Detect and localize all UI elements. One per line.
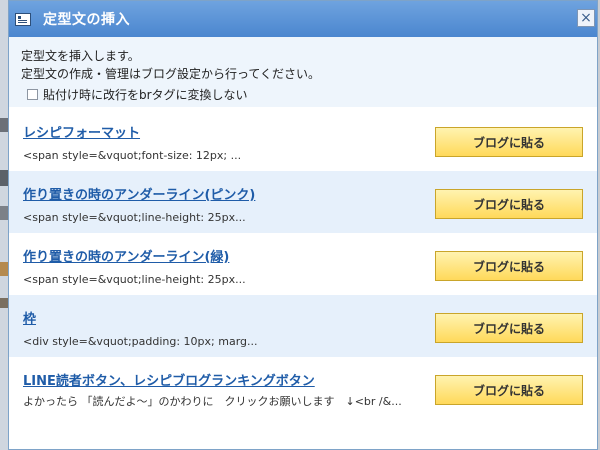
close-button[interactable]: × <box>577 9 595 27</box>
close-icon: × <box>580 10 592 26</box>
background-page-edge <box>0 0 8 450</box>
paste-to-blog-button[interactable]: ブログに貼る <box>435 189 583 219</box>
template-snippet: よかったら 「読んだよ〜」のかわりに クリックお願いします ↓<br /&... <box>23 395 402 408</box>
template-row: 枠 <div style=&vquot;padding: 10px; marg.… <box>9 295 597 357</box>
background-fragment <box>0 118 8 132</box>
template-title-link[interactable]: 作り置きの時のアンダーライン(緑) <box>23 246 229 265</box>
template-snippet: <div style=&vquot;padding: 10px; marg... <box>23 335 258 348</box>
convert-br-label: 貼付け時に改行をbrタグに変換しない <box>43 88 248 102</box>
dialog-title: 定型文の挿入 <box>43 12 130 28</box>
background-fragment <box>0 298 8 308</box>
paste-to-blog-button[interactable]: ブログに貼る <box>435 251 583 281</box>
template-title-link[interactable]: 作り置きの時のアンダーライン(ピンク) <box>23 184 255 203</box>
template-snippet: <span style=&vquot;line-height: 25px... <box>23 273 246 286</box>
paste-to-blog-button[interactable]: ブログに貼る <box>435 313 583 343</box>
template-title-link[interactable]: レシピフォーマット <box>23 122 140 141</box>
template-title-link[interactable]: LINE読者ボタン、レシピブログランキングボタン <box>23 370 315 389</box>
dialog-titlebar[interactable]: 定型文の挿入 × <box>9 1 597 37</box>
template-row: レシピフォーマット <span style=&vquot;font-size: … <box>9 109 597 171</box>
intro-text-1: 定型文を挿入します。 <box>21 49 140 63</box>
template-title-link[interactable]: 枠 <box>23 308 36 327</box>
dialog-window-icon <box>15 12 31 26</box>
background-fragment <box>0 262 8 276</box>
insert-template-dialog: 定型文の挿入 × 定型文を挿入します。 定型文の作成・管理はブログ設定から行って… <box>8 0 598 450</box>
paste-to-blog-button[interactable]: ブログに貼る <box>435 127 583 157</box>
background-fragment <box>0 206 8 220</box>
convert-br-option[interactable]: 貼付け時に改行をbrタグに変換しない <box>27 86 248 103</box>
intro-section: 定型文を挿入します。 定型文の作成・管理はブログ設定から行ってください。 貼付け… <box>9 37 597 107</box>
intro-text-2: 定型文の作成・管理はブログ設定から行ってください。 <box>21 67 321 81</box>
template-row: LINE読者ボタン、レシピブログランキングボタン よかったら 「読んだよ〜」のか… <box>9 357 597 437</box>
paste-to-blog-button[interactable]: ブログに貼る <box>435 375 583 405</box>
template-row: 作り置きの時のアンダーライン(緑) <span style=&vquot;lin… <box>9 233 597 295</box>
background-fragment <box>0 170 8 186</box>
template-row: 作り置きの時のアンダーライン(ピンク) <span style=&vquot;l… <box>9 171 597 233</box>
convert-br-checkbox[interactable] <box>27 89 38 100</box>
template-snippet: <span style=&vquot;line-height: 25px... <box>23 211 246 224</box>
template-snippet: <span style=&vquot;font-size: 12px; ... <box>23 149 242 162</box>
